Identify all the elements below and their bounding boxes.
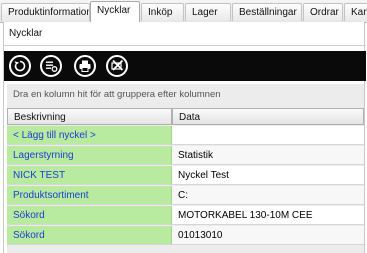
table-row[interactable]: Sökord 01013010 (7, 226, 364, 245)
row-key[interactable]: Produktsortiment (7, 186, 172, 205)
row-key[interactable]: NICK TEST (7, 166, 172, 185)
tab-inkop[interactable]: Inköp (141, 3, 184, 21)
print-icon (79, 60, 91, 72)
table-row[interactable]: Sökord MOTORKABEL 130-10M CEE (7, 206, 364, 225)
row-value[interactable]: Nyckel Test (172, 166, 364, 185)
tab-kampanjer[interactable]: Kampa (344, 3, 367, 21)
table-row[interactable]: Lagerstyrning Statistik (7, 146, 364, 165)
row-value[interactable]: Statistik (172, 146, 364, 165)
tab-lager[interactable]: Lager (185, 3, 231, 21)
refresh-icon (14, 60, 26, 72)
tab-produktinformation[interactable]: Produktinformation (1, 3, 90, 21)
table-row[interactable]: NICK TEST Nyckel Test (7, 166, 364, 185)
row-value[interactable]: C: (172, 186, 364, 205)
row-key[interactable]: Lagerstyrning (7, 146, 172, 165)
row-value[interactable]: MOTORKABEL 130-10M CEE (172, 206, 364, 225)
row-key[interactable]: Sökord (7, 226, 172, 245)
tab-bar: Produktinformation Nycklar Inköp Lager B… (0, 0, 367, 23)
add-key-value-cell[interactable] (172, 126, 364, 145)
tab-bestallningar[interactable]: Beställningar (232, 3, 302, 21)
tab-nycklar[interactable]: Nycklar (90, 1, 140, 22)
add-key-row[interactable]: < Lägg till nyckel > (7, 126, 364, 145)
add-key-link[interactable]: < Lägg till nyckel > (7, 126, 172, 145)
row-key[interactable]: Sökord (7, 206, 172, 225)
refresh-button[interactable] (9, 55, 31, 77)
toolbar (4, 51, 366, 81)
column-header-data[interactable]: Data (172, 108, 364, 125)
delete-button[interactable] (106, 55, 128, 77)
delete-icon (111, 59, 124, 71)
print-button[interactable] (74, 55, 96, 77)
panel-divider (4, 45, 366, 46)
edit-list-button[interactable] (40, 55, 62, 77)
table-row[interactable]: Produktsortiment C: (7, 186, 364, 205)
panel-title: Nycklar (9, 28, 43, 39)
row-value[interactable]: 01013010 (172, 226, 364, 245)
column-header-beskrivning[interactable]: Beskrivning (7, 108, 172, 125)
edit-list-icon (46, 61, 58, 72)
tab-ordrar[interactable]: Ordrar (303, 3, 343, 21)
group-by-hint[interactable]: Dra en kolumn hit för att gruppera efter… (7, 86, 221, 104)
